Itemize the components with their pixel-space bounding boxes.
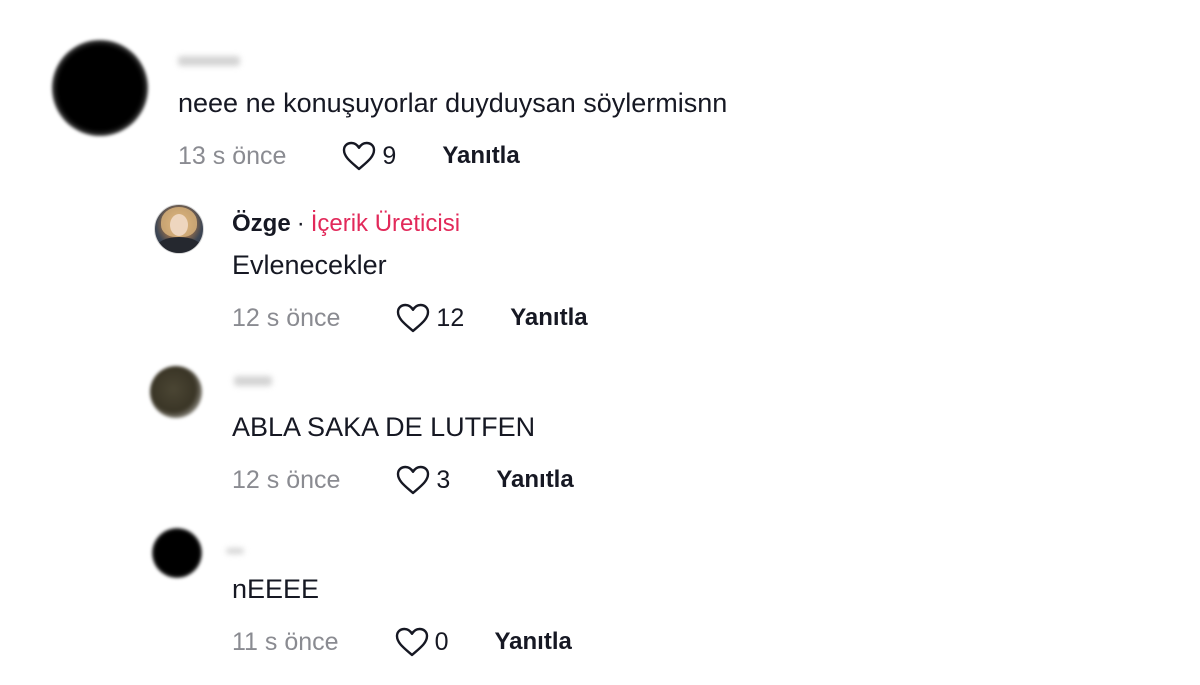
username-blurred[interactable] [226, 548, 244, 554]
comment-meta: 12 s önce 3 Yanıtla [232, 464, 574, 496]
reply-item: nEEEE 11 s önce 0 Yanıtla [0, 512, 1200, 672]
heart-outline-icon[interactable] [342, 141, 376, 171]
comment-item: neee ne konuşuyorlar duyduysan söylermis… [0, 0, 1200, 180]
reply-item: Özge · İçerik Üreticisi Evlenecekler 12 s … [0, 190, 1200, 340]
comment-text: neee ne konuşuyorlar duyduysan söylermis… [178, 88, 728, 118]
like-button[interactable]: 9 [342, 141, 396, 171]
like-count: 3 [436, 465, 451, 494]
creator-badge: İçerik Üreticisi [310, 210, 461, 237]
username[interactable]: Özge [232, 210, 291, 237]
like-count: 0 [434, 627, 449, 656]
comment-time: 13 s önce [178, 141, 287, 170]
avatar[interactable] [52, 40, 148, 136]
heart-outline-icon[interactable] [396, 465, 430, 495]
like-count: 9 [382, 141, 397, 170]
avatar[interactable] [152, 528, 202, 578]
comment-author[interactable]: Özge · İçerik Üreticisi [232, 210, 460, 238]
reply-item: ABLA SAKA DE LUTFEN 12 s önce 3 Yanıtla [0, 350, 1200, 500]
comment-meta: 13 s önce 9 Yanıtla [178, 140, 520, 172]
avatar[interactable] [154, 204, 204, 254]
comment-time: 12 s önce [232, 465, 341, 494]
username-blurred[interactable] [234, 376, 272, 386]
comment-meta: 12 s önce 12 Yanıtla [232, 302, 588, 334]
heart-outline-icon[interactable] [395, 627, 429, 657]
reply-button[interactable]: Yanıtla [496, 466, 573, 494]
like-button[interactable]: 3 [396, 465, 450, 495]
like-button[interactable]: 12 [396, 303, 464, 333]
comment-text: nEEEE [232, 574, 320, 604]
avatar[interactable] [150, 366, 202, 418]
comment-text: ABLA SAKA DE LUTFEN [232, 412, 536, 442]
reply-button[interactable]: Yanıtla [442, 142, 519, 170]
reply-button[interactable]: Yanıtla [510, 304, 587, 332]
avatar-shirt [157, 237, 201, 253]
heart-outline-icon[interactable] [396, 303, 430, 333]
comment-meta: 11 s önce 0 Yanıtla [232, 626, 572, 658]
comment-time: 11 s önce [232, 627, 339, 656]
separator-dot: · [296, 210, 305, 237]
like-count: 12 [436, 303, 465, 332]
like-button[interactable]: 0 [395, 627, 449, 657]
reply-button[interactable]: Yanıtla [494, 628, 571, 656]
comment-time: 12 s önce [232, 303, 341, 332]
avatar-face [170, 214, 188, 236]
username-blurred[interactable] [178, 56, 240, 66]
comment-text: Evlenecekler [232, 250, 387, 280]
